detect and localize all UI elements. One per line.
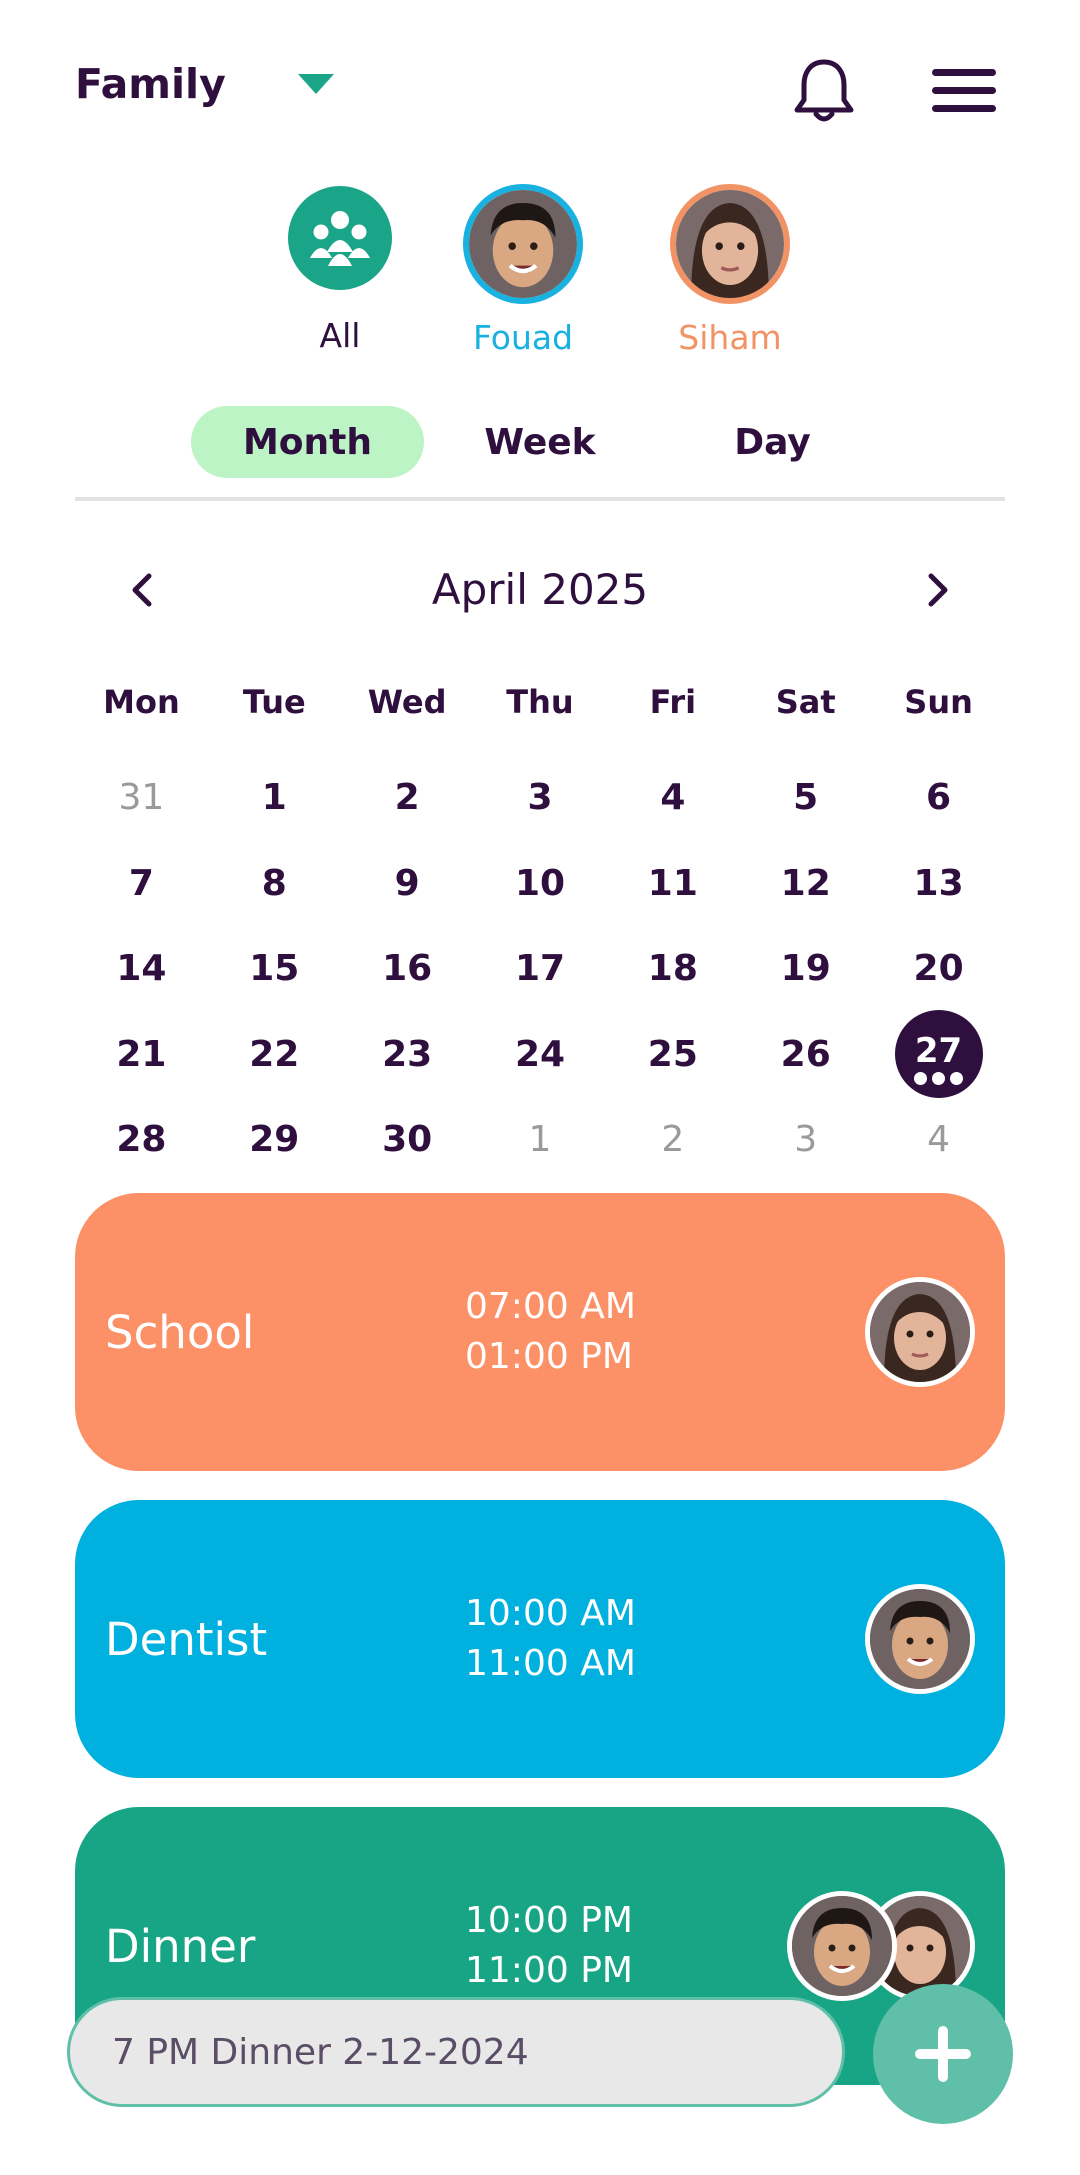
plus-icon bbox=[915, 2026, 971, 2082]
event-title: School bbox=[105, 1305, 255, 1359]
tab-divider bbox=[75, 497, 1005, 501]
event-dots bbox=[914, 1071, 964, 1085]
calendar-day[interactable]: 18 bbox=[606, 926, 739, 1012]
calendar-day[interactable]: 9 bbox=[341, 841, 474, 927]
calendar-day[interactable]: 10 bbox=[474, 841, 607, 927]
event-end-time: 11:00 AM bbox=[465, 1643, 636, 1684]
event-end-time: 01:00 PM bbox=[465, 1336, 633, 1377]
event-times: 07:00 AM 01:00 PM bbox=[465, 1193, 636, 1471]
calendar-grid: 31 1 2 3 4 5 6 7 8 9 10 11 12 13 14 15 1… bbox=[75, 755, 1005, 1183]
event-start-time: 10:00 PM bbox=[465, 1900, 633, 1941]
event-title: Dentist bbox=[105, 1612, 268, 1666]
quick-add-input[interactable] bbox=[67, 1997, 845, 2107]
calendar-day-today[interactable]: 27 bbox=[872, 1010, 1005, 1099]
member-filter-all[interactable]: All bbox=[277, 186, 403, 355]
app-header: Family bbox=[0, 0, 1080, 180]
tab-month[interactable]: Month bbox=[191, 406, 424, 478]
calendar-day[interactable]: 31 bbox=[75, 755, 208, 841]
calendar-day[interactable]: 1 bbox=[208, 755, 341, 841]
event-start-time: 10:00 AM bbox=[465, 1593, 636, 1634]
avatar bbox=[865, 1277, 975, 1387]
weekday-label: Wed bbox=[367, 683, 447, 721]
weekday-label: Sun bbox=[904, 683, 973, 721]
avatar-fouad bbox=[463, 184, 583, 304]
caret-down-icon bbox=[297, 74, 334, 94]
group-icon bbox=[288, 186, 392, 290]
tab-day[interactable]: Day bbox=[656, 406, 889, 478]
calendar-day[interactable]: 20 bbox=[872, 926, 1005, 1012]
calendar-day[interactable]: 2 bbox=[341, 755, 474, 841]
event-end-time: 11:00 PM bbox=[465, 1950, 633, 1991]
avatar bbox=[787, 1891, 897, 2001]
avatar bbox=[865, 1584, 975, 1694]
calendar-day[interactable]: 11 bbox=[606, 841, 739, 927]
event-start-time: 07:00 AM bbox=[465, 1286, 636, 1327]
calendar-day[interactable]: 26 bbox=[739, 1012, 872, 1098]
calendar-day[interactable]: 24 bbox=[474, 1012, 607, 1098]
avatar-siham bbox=[670, 184, 790, 304]
tab-week[interactable]: Week bbox=[424, 406, 656, 478]
event-times: 10:00 AM 11:00 AM bbox=[465, 1500, 636, 1778]
month-title: April 2025 bbox=[431, 565, 649, 614]
weekday-label: Fri bbox=[649, 683, 697, 721]
bell-icon[interactable] bbox=[792, 56, 856, 126]
calendar-day[interactable]: 23 bbox=[341, 1012, 474, 1098]
member-name-all: All bbox=[319, 316, 361, 355]
calendar-day[interactable]: 3 bbox=[739, 1097, 872, 1183]
weekday-label: Sat bbox=[775, 683, 836, 721]
calendar-day[interactable]: 29 bbox=[208, 1097, 341, 1183]
weekday-label: Mon bbox=[103, 683, 180, 721]
month-navigation: April 2025 bbox=[75, 560, 1005, 620]
calendar-day[interactable]: 14 bbox=[75, 926, 208, 1012]
calendar-day[interactable]: 7 bbox=[75, 841, 208, 927]
family-selector[interactable]: Family bbox=[75, 60, 334, 108]
event-card-school[interactable]: School 07:00 AM 01:00 PM bbox=[75, 1193, 1005, 1471]
member-filter-fouad[interactable]: Fouad bbox=[460, 184, 586, 357]
calendar-day[interactable]: 8 bbox=[208, 841, 341, 927]
calendar-day[interactable]: 17 bbox=[474, 926, 607, 1012]
calendar-day[interactable]: 30 bbox=[341, 1097, 474, 1183]
calendar-day[interactable]: 16 bbox=[341, 926, 474, 1012]
event-card-dentist[interactable]: Dentist 10:00 AM 11:00 AM bbox=[75, 1500, 1005, 1778]
calendar-day[interactable]: 3 bbox=[474, 755, 607, 841]
chevron-right-icon[interactable] bbox=[908, 560, 968, 620]
calendar-day[interactable]: 4 bbox=[606, 755, 739, 841]
calendar-day[interactable]: 13 bbox=[872, 841, 1005, 927]
calendar-day[interactable]: 1 bbox=[474, 1097, 607, 1183]
family-label: Family bbox=[75, 60, 226, 108]
calendar-day[interactable]: 21 bbox=[75, 1012, 208, 1098]
today-marker: 27 bbox=[894, 1010, 983, 1099]
calendar-day[interactable]: 12 bbox=[739, 841, 872, 927]
calendar-day[interactable]: 15 bbox=[208, 926, 341, 1012]
weekday-label: Tue bbox=[242, 683, 306, 721]
calendar-day[interactable]: 22 bbox=[208, 1012, 341, 1098]
calendar-day[interactable]: 4 bbox=[872, 1097, 1005, 1183]
calendar-day[interactable]: 6 bbox=[872, 755, 1005, 841]
hamburger-menu-icon[interactable] bbox=[932, 66, 996, 116]
member-name-siham: Siham bbox=[678, 318, 782, 357]
member-filter-siham[interactable]: Siham bbox=[667, 184, 793, 357]
member-name-fouad: Fouad bbox=[472, 318, 574, 357]
calendar-day[interactable]: 28 bbox=[75, 1097, 208, 1183]
weekday-label: Thu bbox=[506, 683, 574, 721]
calendar-day[interactable]: 2 bbox=[606, 1097, 739, 1183]
calendar-day[interactable]: 19 bbox=[739, 926, 872, 1012]
calendar-day[interactable]: 25 bbox=[606, 1012, 739, 1098]
avatar-image bbox=[469, 190, 577, 298]
today-number: 27 bbox=[914, 1030, 963, 1071]
add-event-button[interactable] bbox=[873, 1984, 1013, 2124]
avatar-image bbox=[676, 190, 784, 298]
weekday-header: Mon Tue Wed Thu Fri Sat Sun bbox=[75, 680, 1005, 724]
calendar-day[interactable]: 5 bbox=[739, 755, 872, 841]
